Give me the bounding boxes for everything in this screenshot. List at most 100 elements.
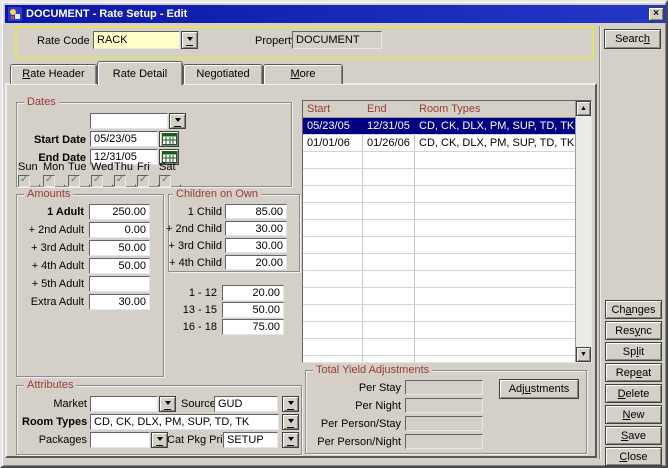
table-row-empty[interactable]: [303, 339, 575, 356]
rate-setup-window: DOCUMENT - Rate Setup - Edit × Rate Code…: [0, 0, 668, 468]
day-sat-checkbox[interactable]: [159, 175, 171, 187]
per-person-night-field: [405, 434, 483, 449]
season-code-field[interactable]: [90, 113, 168, 129]
table-row-empty[interactable]: [303, 169, 575, 186]
table-scrollbar[interactable]: ▲ ▼: [575, 101, 591, 362]
age-13-15-label: 13 - 15: [166, 304, 217, 317]
season-code-dropdown-icon[interactable]: [169, 113, 186, 129]
app-icon: [8, 7, 22, 21]
amounts-1-adult-field[interactable]: [89, 204, 150, 220]
column-start: Start: [303, 101, 363, 117]
table-row-empty[interactable]: [303, 305, 575, 322]
children-4th-child-field[interactable]: [225, 255, 287, 270]
dates-group-title: Dates: [24, 96, 59, 108]
amounts-4th-adult-field[interactable]: [89, 258, 150, 274]
cat-pkg-price-field[interactable]: [223, 432, 278, 448]
tab-more[interactable]: More: [263, 64, 343, 84]
repeat-button[interactable]: Repeat: [605, 363, 662, 382]
close-icon[interactable]: ×: [648, 7, 664, 21]
new-button[interactable]: New: [605, 405, 662, 424]
table-empty-rows: [303, 152, 591, 363]
table-row-empty[interactable]: [303, 322, 575, 339]
table-row-empty[interactable]: [303, 254, 575, 271]
tab-negotiated[interactable]: Negotiated: [183, 64, 263, 84]
room-types-dropdown-icon[interactable]: [282, 414, 299, 430]
amounts-5th-adult-field[interactable]: [89, 276, 150, 292]
scroll-up-icon[interactable]: ▲: [576, 101, 591, 116]
rate-code-field[interactable]: [93, 31, 180, 49]
table-row-selected[interactable]: 05/23/05 12/31/05 CD, CK, DLX, PM, SUP, …: [303, 118, 575, 135]
table-row-empty[interactable]: [303, 220, 575, 237]
save-button[interactable]: Save: [605, 426, 662, 445]
amounts-1-adult-label: 1 Adult: [12, 206, 84, 219]
rate-code-dropdown-icon[interactable]: [181, 31, 198, 49]
titlebar: DOCUMENT - Rate Setup - Edit ×: [5, 5, 667, 23]
children-1-child-field[interactable]: [225, 204, 287, 219]
packages-field[interactable]: [90, 432, 150, 448]
resync-button[interactable]: Resync: [605, 321, 662, 340]
start-date-field[interactable]: [90, 131, 158, 147]
start-date-label: Start Date: [14, 134, 86, 147]
market-label: Market: [22, 398, 87, 411]
day-thu-checkbox[interactable]: [114, 175, 126, 187]
source-field[interactable]: [214, 396, 278, 412]
age-13-15-field[interactable]: [222, 302, 284, 318]
age-16-18-label: 16 - 18: [166, 321, 217, 334]
table-row-empty[interactable]: [303, 186, 575, 203]
property-label: Property: [255, 35, 297, 48]
children-2nd-child-field[interactable]: [225, 221, 287, 236]
table-row-empty[interactable]: [303, 152, 575, 169]
amounts-4th-adult-label: + 4th Adult: [12, 260, 84, 273]
scroll-down-icon[interactable]: ▼: [576, 347, 591, 362]
per-person-stay-label: Per Person/Stay: [304, 418, 401, 431]
tab-rate-header[interactable]: Rate Header: [10, 64, 97, 84]
column-room-types: Room Types: [415, 101, 575, 117]
table-row-empty[interactable]: [303, 356, 575, 363]
table-row[interactable]: 01/01/06 01/26/06 CD, CK, DLX, PM, SUP, …: [303, 135, 575, 152]
column-end: End: [363, 101, 415, 117]
market-dropdown-icon[interactable]: [159, 396, 176, 412]
table-row-empty[interactable]: [303, 237, 575, 254]
per-night-label: Per Night: [304, 400, 401, 413]
window-title: DOCUMENT - Rate Setup - Edit: [26, 8, 187, 20]
market-field[interactable]: [90, 396, 158, 412]
children-group-title: Children on Own: [173, 188, 261, 200]
room-types-field[interactable]: [90, 414, 279, 430]
amounts-3rd-adult-label: + 3rd Adult: [12, 242, 84, 255]
amounts-3rd-adult-field[interactable]: [89, 240, 150, 256]
table-row-empty[interactable]: [303, 203, 575, 220]
amounts-2nd-adult-field[interactable]: [89, 222, 150, 238]
children-1-child-label: 1 Child: [166, 206, 222, 219]
children-3rd-child-label: + 3rd Child: [166, 240, 222, 253]
day-tue-checkbox[interactable]: [68, 175, 80, 187]
tab-rate-detail[interactable]: Rate Detail: [97, 61, 183, 85]
table-row-empty[interactable]: [303, 271, 575, 288]
amounts-5th-adult-label: + 5th Adult: [12, 278, 84, 291]
delete-button[interactable]: Delete: [605, 384, 662, 403]
day-sun-checkbox[interactable]: [18, 175, 30, 187]
day-fri-checkbox[interactable]: [137, 175, 149, 187]
day-mon-checkbox[interactable]: [43, 175, 55, 187]
day-wed-checkbox[interactable]: [91, 175, 103, 187]
packages-dropdown-icon[interactable]: [151, 432, 168, 448]
table-header: Start End Room Types: [303, 101, 575, 118]
search-button[interactable]: Search: [604, 29, 661, 49]
age-1-12-field[interactable]: [222, 285, 284, 301]
split-button[interactable]: Split: [605, 342, 662, 361]
cat-pkg-price-dropdown-icon[interactable]: [282, 432, 299, 448]
table-row-empty[interactable]: [303, 288, 575, 305]
day-sat: Sat: [159, 161, 185, 187]
changes-button[interactable]: Changes: [605, 300, 662, 319]
rate-code-label: Rate Code: [37, 35, 90, 48]
source-dropdown-icon[interactable]: [282, 396, 299, 412]
per-person-stay-field: [405, 416, 483, 431]
start-date-calendar-icon[interactable]: [159, 131, 179, 147]
source-label: Source: [181, 398, 216, 411]
children-3rd-child-field[interactable]: [225, 238, 287, 253]
adjustments-button[interactable]: Adjustments: [499, 379, 579, 399]
close-button[interactable]: Close: [605, 447, 662, 466]
amounts-extra-adult-field[interactable]: [89, 294, 150, 310]
per-night-field: [405, 398, 483, 413]
age-16-18-field[interactable]: [222, 319, 284, 335]
amounts-2nd-adult-label: + 2nd Adult: [12, 224, 84, 237]
